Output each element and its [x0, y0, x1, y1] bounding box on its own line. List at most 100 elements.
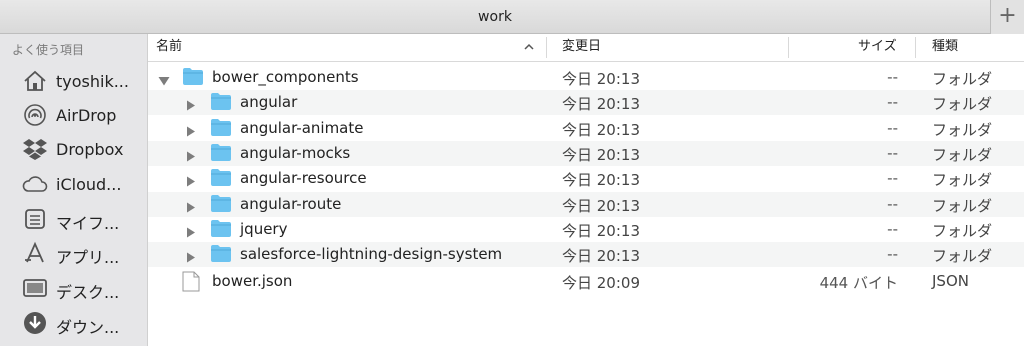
sidebar-item-label: iCloud...	[56, 175, 122, 194]
file-kind: フォルダ	[932, 197, 993, 215]
disclosure-collapsed-icon[interactable]	[186, 123, 196, 141]
file-name: salesforce-lightning-design-system	[240, 245, 503, 263]
sidebar-item-label: Dropbox	[56, 140, 124, 159]
sidebar-item-label: アプリ...	[56, 248, 120, 267]
sidebar-item-label: ダウン...	[56, 318, 120, 337]
file-size: --	[887, 93, 898, 111]
file-kind: フォルダ	[932, 247, 993, 265]
sidebar-item[interactable]: iCloud...	[0, 167, 148, 201]
sidebar-item-label: デスク...	[56, 283, 120, 302]
file-size: --	[887, 195, 898, 213]
file-date: 今日 20:13	[562, 121, 640, 139]
file-size: --	[887, 220, 898, 238]
disclosure-collapsed-icon[interactable]	[186, 97, 196, 115]
disclosure-collapsed-icon[interactable]	[186, 224, 196, 242]
column-header-kind[interactable]: 種類	[932, 34, 958, 61]
file-list: bower_components 今日 20:13 -- フォルダ angular 今日 …	[148, 64, 1024, 346]
disclosure-collapsed-icon[interactable]	[186, 173, 196, 191]
airdrop-icon	[22, 104, 48, 126]
file-date: 今日 20:13	[562, 146, 640, 164]
file-kind: フォルダ	[932, 171, 993, 189]
file-kind: フォルダ	[932, 121, 993, 139]
column-header-date[interactable]: 変更日	[562, 34, 601, 61]
file-row[interactable]: bower_components 今日 20:13 -- フォルダ	[148, 65, 1024, 90]
sidebar-item[interactable]: アプリ...	[0, 236, 148, 270]
title-bar: work +	[0, 0, 1024, 34]
file-row[interactable]: salesforce-lightning-design-system 今日 20:…	[148, 242, 1024, 267]
column-header-size[interactable]: サイズ	[858, 34, 897, 61]
sidebar-item-label: マイフ...	[56, 214, 120, 233]
sort-ascending-icon[interactable]	[524, 41, 534, 56]
file-date: 今日 20:13	[562, 222, 640, 240]
downloads-icon	[22, 312, 48, 334]
file-date: 今日 20:13	[562, 70, 640, 88]
sidebar-item[interactable]: デスク...	[0, 271, 148, 305]
home-icon	[22, 70, 48, 92]
file-size: 444 バイト	[819, 274, 898, 292]
cloud-icon	[22, 173, 48, 195]
file-date: 今日 20:13	[562, 247, 640, 265]
file-date: 今日 20:09	[562, 274, 640, 292]
file-name: angular-resource	[240, 169, 367, 187]
file-name: jquery	[240, 220, 288, 238]
sidebar-favorites-header: よく使う項目	[12, 43, 85, 57]
file-date: 今日 20:13	[562, 95, 640, 113]
folder-icon	[210, 168, 232, 191]
file-row[interactable]: angular-route 今日 20:13 -- フォルダ	[148, 192, 1024, 217]
sidebar-item-label: tyoshik...	[56, 72, 129, 91]
sidebar-item[interactable]: ダウン...	[0, 306, 148, 340]
folder-icon	[210, 244, 232, 267]
folder-icon	[182, 67, 204, 90]
file-row[interactable]: angular 今日 20:13 -- フォルダ	[148, 90, 1024, 115]
file-row[interactable]: angular-mocks 今日 20:13 -- フォルダ	[148, 141, 1024, 166]
folder-icon	[210, 118, 232, 141]
sidebar-item[interactable]: AirDrop	[0, 98, 148, 132]
file-date: 今日 20:13	[562, 197, 640, 215]
documents-icon	[22, 208, 48, 230]
file-name: bower.json	[212, 272, 293, 290]
file-icon	[182, 271, 200, 296]
file-name: angular-mocks	[240, 144, 351, 162]
folder-icon	[210, 194, 232, 217]
sidebar-item[interactable]: Dropbox	[0, 132, 148, 166]
file-date: 今日 20:13	[562, 171, 640, 189]
sidebar: よく使う項目 tyoshik... AirDrop Dropbox iCloud...…	[0, 34, 148, 346]
file-name: angular	[240, 93, 298, 111]
file-name: angular-route	[240, 195, 342, 213]
disclosure-collapsed-icon[interactable]	[186, 249, 196, 267]
disclosure-expanded-icon[interactable]	[158, 72, 170, 90]
disclosure-collapsed-icon[interactable]	[186, 148, 196, 166]
disclosure-collapsed-icon[interactable]	[186, 199, 196, 217]
column-header-bar: 名前 変更日 サイズ 種類	[148, 34, 1024, 62]
file-size: --	[887, 119, 898, 137]
column-header-name[interactable]: 名前	[156, 34, 182, 61]
file-row[interactable]: jquery 今日 20:13 -- フォルダ	[148, 217, 1024, 242]
file-name: bower_components	[212, 68, 359, 86]
folder-icon	[210, 92, 232, 115]
new-tab-button[interactable]: +	[990, 0, 1024, 34]
file-kind: フォルダ	[932, 146, 993, 164]
file-row[interactable]: angular-resource 今日 20:13 -- フォルダ	[148, 166, 1024, 191]
applications-icon	[22, 241, 48, 264]
window-title: work	[478, 9, 512, 25]
folder-icon	[210, 143, 232, 166]
column-separator[interactable]	[915, 37, 916, 58]
folder-icon	[210, 219, 232, 242]
column-separator[interactable]	[788, 37, 789, 58]
file-size: --	[887, 68, 898, 86]
file-name: angular-animate	[240, 119, 364, 137]
sidebar-item[interactable]: マイフ...	[0, 202, 148, 236]
column-separator[interactable]	[546, 37, 547, 58]
file-size: --	[887, 245, 898, 263]
dropbox-icon	[22, 138, 48, 160]
sidebar-item[interactable]: tyoshik...	[0, 64, 148, 98]
sidebar-item-label: AirDrop	[56, 106, 117, 125]
file-size: --	[887, 169, 898, 187]
file-kind: フォルダ	[932, 222, 993, 240]
file-kind: JSON	[932, 272, 969, 290]
file-kind: フォルダ	[932, 70, 993, 88]
desktop-icon	[22, 277, 48, 299]
file-row[interactable]: bower.json 今日 20:09 444 バイト JSON	[148, 269, 1024, 294]
file-size: --	[887, 144, 898, 162]
file-row[interactable]: angular-animate 今日 20:13 -- フォルダ	[148, 116, 1024, 141]
